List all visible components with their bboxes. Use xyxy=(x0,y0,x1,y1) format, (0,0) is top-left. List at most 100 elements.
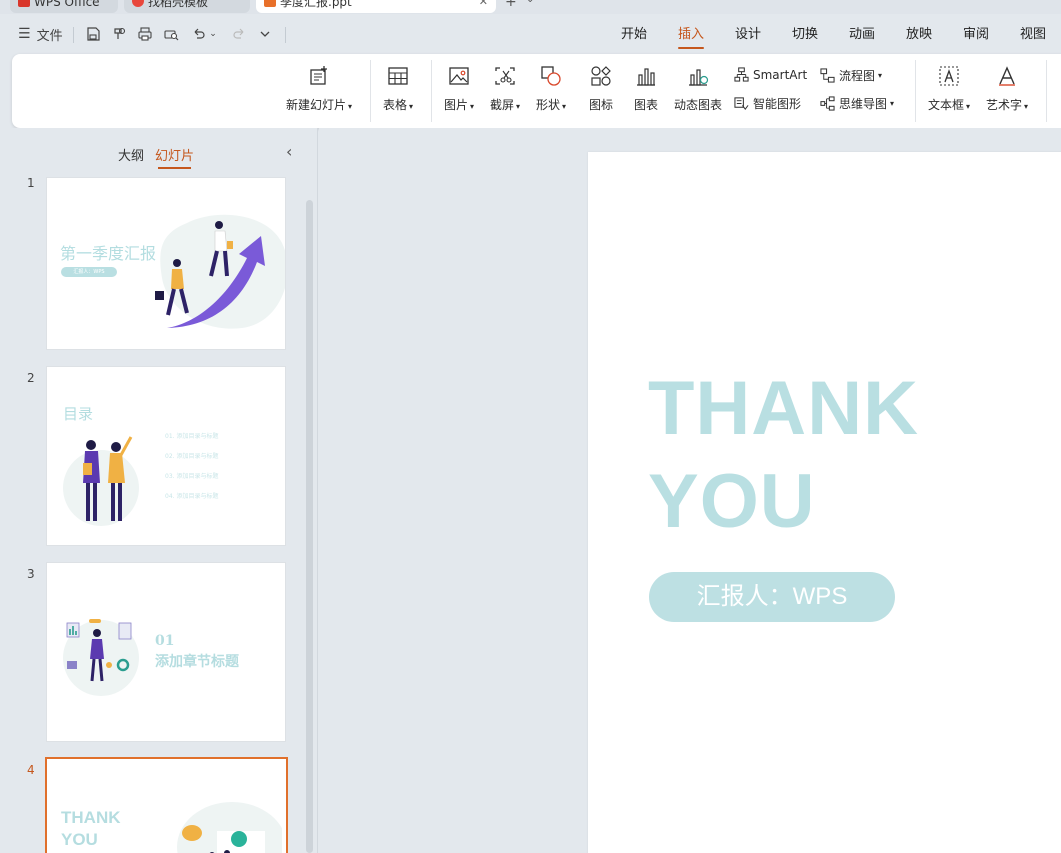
tab-wps-office[interactable]: WPS Office xyxy=(10,0,118,13)
save-icon[interactable] xyxy=(84,24,102,44)
ppt-file-icon xyxy=(264,0,276,7)
divider xyxy=(1046,60,1047,122)
shape-icon xyxy=(539,64,563,88)
table-button[interactable]: 表格 ▾ xyxy=(383,64,413,113)
thank-you-line2: YOU xyxy=(648,459,816,544)
tab-insert[interactable]: 插入 xyxy=(678,25,705,49)
print-icon[interactable] xyxy=(136,24,154,44)
textbox-button[interactable]: 文本框 ▾ xyxy=(928,64,970,113)
flowchart-label: 流程图 xyxy=(839,69,876,83)
tab-transitions[interactable]: 切换 xyxy=(792,25,818,47)
dynamic-chart-label: 动态图表 xyxy=(674,98,723,112)
divider xyxy=(73,27,74,43)
flowchart-button[interactable]: 流程图 ▾ xyxy=(820,67,882,84)
customize-toolbar-chevron-icon[interactable] xyxy=(256,24,274,44)
chevron-down-icon: ⌄ xyxy=(209,29,217,39)
close-icon[interactable]: ✕ xyxy=(479,0,488,13)
file-menu-button[interactable]: ☰ 文件 xyxy=(18,24,63,44)
chevron-down-icon: ▾ xyxy=(348,102,353,111)
screenshot-icon xyxy=(493,64,517,88)
slide-thumbnail-4[interactable]: THANK YOU xyxy=(45,757,288,853)
tab-slides[interactable]: 幻灯片 xyxy=(155,145,194,169)
print-preview-icon[interactable] xyxy=(162,24,180,44)
scrollbar-thumb[interactable] xyxy=(306,200,313,853)
smartart-label: SmartArt xyxy=(753,67,808,82)
slide-thumbnail-2[interactable]: 目录 01. 添加目录与标题 02. 添加目录与标题 03. 添加目录与标题 0… xyxy=(46,366,286,546)
chart-label: 图表 xyxy=(634,98,659,112)
mindmap-label: 思维导图 xyxy=(839,97,888,111)
icon-label: 图标 xyxy=(589,98,614,112)
slide-4-text: THANK YOU xyxy=(61,807,121,851)
insert-ribbon: 新建幻灯片 ▾ 表格 ▾ 图片 ▾ 截屏 ▾ 形状 ▾ 图标 图表 动态图表 S… xyxy=(12,54,1061,128)
docer-icon xyxy=(132,0,144,7)
redo-button[interactable] xyxy=(228,24,250,44)
tab-view[interactable]: 视图 xyxy=(1020,25,1046,47)
dynamic-chart-icon xyxy=(686,64,710,88)
table-icon xyxy=(386,64,410,88)
screenshot-button[interactable]: 截屏 ▾ xyxy=(490,64,520,113)
new-tab-icon[interactable]: + xyxy=(505,0,517,10)
slide-number: 2 xyxy=(27,371,35,385)
slide-thumbnail-3[interactable]: 01 添加章节标题 xyxy=(46,562,286,742)
chevron-down-icon: ▾ xyxy=(409,102,414,111)
new-slide-button[interactable]: 新建幻灯片 ▾ xyxy=(286,64,352,113)
tab-ppt-file[interactable]: 季度汇报.ppt ✕ xyxy=(256,0,496,13)
format-painter-icon[interactable] xyxy=(110,24,128,44)
chevron-down-icon: ▾ xyxy=(516,102,521,111)
mindmap-icon xyxy=(820,96,835,111)
tab-home[interactable]: 开始 xyxy=(621,25,647,47)
reporter-badge[interactable]: 汇报人：WPS xyxy=(649,572,895,622)
slide-3-section-number: 01 xyxy=(155,633,175,649)
chevron-down-icon: ▾ xyxy=(966,102,971,111)
smart-graphic-button[interactable]: 智能图形 xyxy=(734,95,801,112)
wordart-button[interactable]: 艺术字 ▾ xyxy=(986,64,1028,113)
slide-4-line2: YOU xyxy=(61,830,98,849)
collapse-panel-icon[interactable]: ‹ xyxy=(286,142,292,161)
slide-4-line1: THANK xyxy=(61,808,121,827)
tab-review[interactable]: 审阅 xyxy=(963,25,989,47)
thank-you-line1: THANK xyxy=(648,366,919,451)
business-analytics-illustration xyxy=(63,619,139,696)
tab-docer[interactable]: 找稻壳模板 xyxy=(124,0,250,13)
picture-button[interactable]: 图片 ▾ xyxy=(444,64,474,113)
slide-1-title: 第一季度汇报 xyxy=(60,244,157,263)
slide-number: 4 xyxy=(27,763,35,777)
tab-label: WPS Office xyxy=(34,0,100,9)
thank-you-text[interactable]: THANK YOU xyxy=(648,362,919,548)
undo-button[interactable]: ⌄ xyxy=(190,24,218,44)
divider xyxy=(431,60,432,122)
toc-item: 03. 添加目录与标题 xyxy=(165,473,219,480)
slide-thumbnail-1[interactable]: 第一季度汇报 汇报人：WPS xyxy=(46,177,286,350)
tab-animations[interactable]: 动画 xyxy=(849,25,875,47)
bar-chart-icon xyxy=(634,64,658,88)
tab-design[interactable]: 设计 xyxy=(735,25,761,47)
mindmap-button[interactable]: 思维导图 ▾ xyxy=(820,95,894,112)
chevron-down-icon: ▾ xyxy=(1024,102,1029,111)
chart-button[interactable]: 图表 xyxy=(634,64,658,113)
textbox-icon xyxy=(937,64,961,88)
picture-icon xyxy=(447,64,471,88)
toc-item: 02. 添加目录与标题 xyxy=(165,453,219,460)
chevron-down-icon[interactable]: ⌄ xyxy=(526,0,534,5)
divider xyxy=(915,60,916,122)
tab-outline[interactable]: 大纲 xyxy=(118,145,144,164)
chevron-down-icon: ▾ xyxy=(470,102,475,111)
slide-number: 3 xyxy=(27,567,35,581)
flowchart-icon xyxy=(820,68,835,83)
smartart-button[interactable]: SmartArt xyxy=(734,67,807,82)
climbing-people-illustration xyxy=(155,214,285,329)
current-slide[interactable]: THANK YOU 汇报人：WPS xyxy=(588,152,1061,853)
slide-3-title: 添加章节标题 xyxy=(155,654,239,670)
toc-item: 01. 添加目录与标题 xyxy=(165,433,219,440)
tab-label: 找稻壳模板 xyxy=(148,0,209,9)
smartart-icon xyxy=(734,67,749,82)
team-people-illustration xyxy=(63,436,139,526)
divider xyxy=(285,27,286,43)
tab-slideshow[interactable]: 放映 xyxy=(906,25,932,47)
window-tab-strip: WPS Office 找稻壳模板 季度汇报.ppt ✕ + ⌄ xyxy=(0,0,1061,14)
new-slide-label: 新建幻灯片 xyxy=(286,98,347,112)
icon-button[interactable]: 图标 xyxy=(589,64,613,113)
dynamic-chart-button[interactable]: 动态图表 xyxy=(674,64,722,113)
picture-label: 图片 xyxy=(444,98,469,112)
shape-button[interactable]: 形状 ▾ xyxy=(536,64,566,113)
